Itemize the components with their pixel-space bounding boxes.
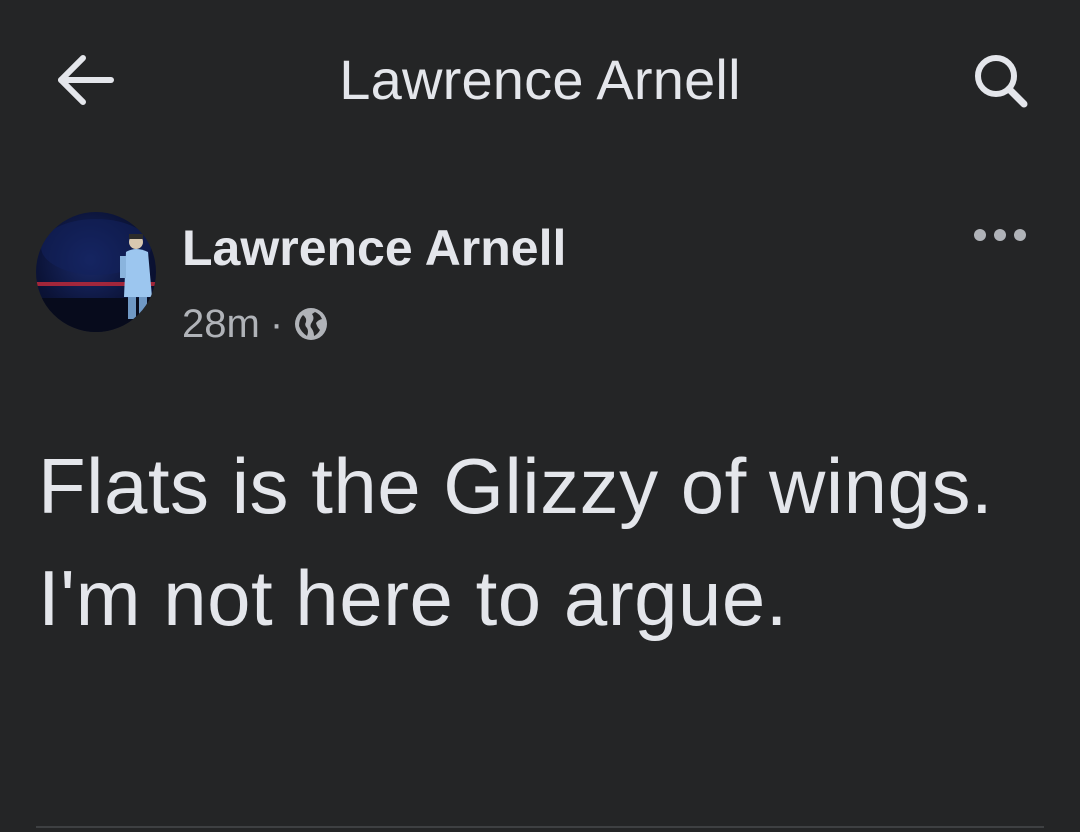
avatar-photo	[36, 219, 156, 332]
author-name[interactable]: Lawrence Arnell	[182, 214, 566, 282]
divider	[36, 826, 1044, 828]
post-timestamp[interactable]: 28m	[182, 296, 260, 352]
page-title: Lawrence Arnell	[339, 48, 741, 111]
post-meta: 28m ·	[182, 296, 329, 352]
post-header: Lawrence Arnell 28m ·	[0, 200, 1080, 350]
more-options-button[interactable]	[960, 210, 1040, 260]
post-text: Flats is the Glizzy of wings. I'm not he…	[38, 442, 994, 642]
meta-separator: ·	[269, 302, 284, 346]
avatar[interactable]	[36, 212, 156, 332]
globe-icon	[295, 308, 328, 340]
search-icon	[975, 55, 1028, 108]
search-button[interactable]	[960, 40, 1040, 120]
top-app-bar: Lawrence Arnell	[0, 0, 1080, 160]
more-horizontal-icon	[974, 229, 1026, 241]
screen: Lawrence Arnell Lawrence Arnell 28m · Fl…	[0, 0, 1080, 832]
